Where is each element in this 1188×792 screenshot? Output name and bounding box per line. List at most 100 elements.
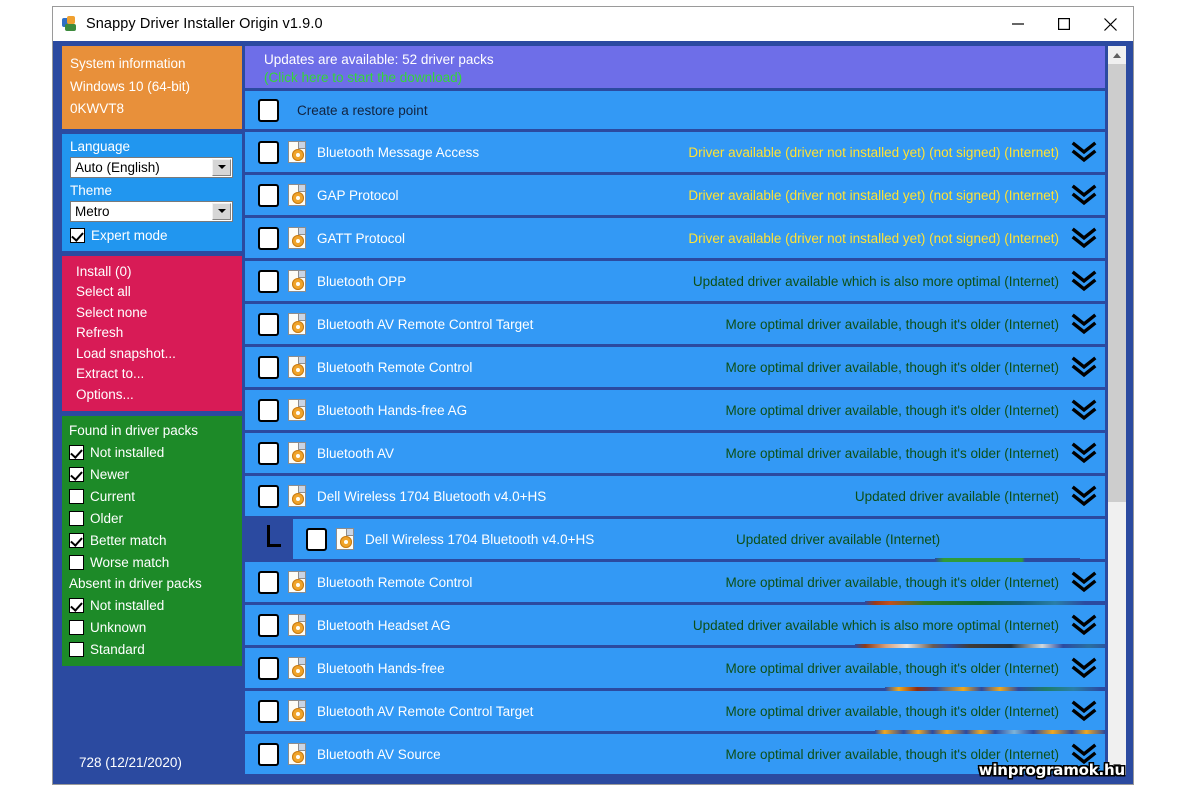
driver-select-checkbox[interactable] — [258, 226, 279, 250]
driver-select-checkbox[interactable] — [258, 140, 279, 164]
table-row[interactable]: Bluetooth AV Remote Control Target More o… — [245, 304, 1105, 344]
found-filter-row[interactable]: Current — [69, 485, 242, 507]
table-row[interactable]: GATT Protocol Driver available (driver no… — [245, 218, 1105, 258]
create-restore-point-checkbox[interactable] — [258, 98, 279, 122]
driver-name: Bluetooth AV Remote Control Target — [317, 316, 534, 332]
driver-select-checkbox[interactable] — [258, 269, 279, 293]
table-row[interactable]: Dell Wireless 1704 Bluetooth v4.0+HS Upda… — [245, 476, 1105, 516]
expert-mode-row[interactable]: Expert mode — [70, 226, 234, 246]
table-row[interactable]: Bluetooth Headset AG Updated driver avail… — [245, 605, 1105, 648]
child-row-content[interactable]: Dell Wireless 1704 Bluetooth v4.0+HS Upda… — [293, 519, 1105, 559]
driver-select-checkbox[interactable] — [258, 355, 279, 379]
chevron-double-down-icon[interactable] — [1069, 612, 1099, 638]
absent-filter-checkbox[interactable] — [69, 619, 84, 635]
found-filter-checkbox[interactable] — [69, 532, 84, 548]
found-filter-checkbox[interactable] — [69, 466, 84, 482]
chevron-double-down-icon[interactable] — [1069, 483, 1099, 509]
driver-gear-icon — [288, 614, 306, 636]
action-item-options[interactable]: Options... — [62, 385, 242, 406]
child-row-container: Dell Wireless 1704 Bluetooth v4.0+HS Upda… — [245, 519, 1105, 559]
chevron-double-down-icon[interactable] — [1069, 268, 1099, 294]
driver-select-checkbox[interactable] — [258, 742, 279, 766]
driver-select-checkbox[interactable] — [258, 484, 279, 508]
table-row[interactable]: Dell Wireless 1704 Bluetooth v4.0+HS Upda… — [245, 519, 1105, 562]
driver-select-checkbox[interactable] — [258, 183, 279, 207]
driver-gear-icon — [336, 528, 354, 550]
chevron-double-down-icon[interactable] — [1069, 569, 1099, 595]
table-row[interactable]: Bluetooth Remote Control More optimal dri… — [245, 562, 1105, 605]
absent-filter-label: Standard — [90, 641, 145, 657]
title-bar: Snappy Driver Installer Origin v1.9.0 — [53, 7, 1133, 41]
found-filter-checkbox[interactable] — [69, 510, 84, 526]
action-item-refresh[interactable]: Refresh — [62, 323, 242, 344]
update-available-banner[interactable]: Updates are available: 52 driver packs (… — [245, 46, 1105, 88]
found-filter-checkbox[interactable] — [69, 488, 84, 504]
action-item-load-snapshot[interactable]: Load snapshot... — [62, 344, 242, 365]
table-row[interactable]: Bluetooth AV Source More optimal driver a… — [245, 734, 1105, 774]
language-select[interactable]: Auto (English) — [70, 156, 233, 178]
table-row[interactable]: Bluetooth Message Access Driver available… — [245, 132, 1105, 172]
driver-select-checkbox[interactable] — [258, 613, 279, 637]
action-item-extract-to[interactable]: Extract to... — [62, 364, 242, 385]
found-filter-row[interactable]: Worse match — [69, 551, 242, 573]
driver-gear-icon — [288, 485, 306, 507]
driver-name: GATT Protocol — [317, 230, 406, 246]
scrollbar-thumb[interactable] — [1108, 64, 1126, 502]
chevron-double-down-icon[interactable] — [1069, 397, 1099, 423]
update-banner-link[interactable]: (Click here to start the download) — [264, 69, 1105, 86]
chevron-double-down-icon[interactable] — [1069, 182, 1099, 208]
theme-value: Metro — [75, 203, 110, 219]
found-filter-row[interactable]: Older — [69, 507, 242, 529]
driver-name: GAP Protocol — [317, 187, 399, 203]
create-restore-point-row[interactable]: Create a restore point — [245, 91, 1105, 129]
minimize-button[interactable] — [995, 7, 1041, 41]
absent-filter-row[interactable]: Not installed — [69, 594, 242, 616]
chevron-double-down-icon[interactable] — [1069, 655, 1099, 681]
chevron-down-icon[interactable] — [212, 202, 231, 220]
close-button[interactable] — [1087, 7, 1133, 41]
chevron-double-down-icon[interactable] — [1069, 311, 1099, 337]
found-filter-checkbox[interactable] — [69, 554, 84, 570]
found-filter-row[interactable]: Not installed — [69, 441, 242, 463]
absent-filter-checkbox[interactable] — [69, 641, 84, 657]
driver-name: Dell Wireless 1704 Bluetooth v4.0+HS — [317, 488, 547, 504]
table-row[interactable]: Bluetooth Remote Control More optimal dri… — [245, 347, 1105, 387]
chevron-double-down-icon[interactable] — [1069, 139, 1099, 165]
found-filter-checkbox[interactable] — [69, 444, 84, 460]
driver-select-checkbox[interactable] — [258, 398, 279, 422]
scroll-up-icon[interactable] — [1108, 46, 1126, 64]
absent-filter-checkbox[interactable] — [69, 597, 84, 613]
absent-filter-row[interactable]: Standard — [69, 638, 242, 660]
window-controls — [995, 7, 1133, 41]
absent-filter-row[interactable]: Unknown — [69, 616, 242, 638]
driver-select-checkbox[interactable] — [306, 527, 327, 551]
found-filter-row[interactable]: Newer — [69, 463, 242, 485]
table-row[interactable]: Bluetooth AV More optimal driver availabl… — [245, 433, 1105, 473]
expert-mode-checkbox[interactable] — [70, 228, 85, 243]
chevron-double-down-icon[interactable] — [1069, 698, 1099, 724]
chevron-down-icon[interactable] — [212, 158, 231, 176]
driver-gear-icon — [288, 184, 306, 206]
action-item-select-all[interactable]: Select all — [62, 282, 242, 303]
action-item-select-none[interactable]: Select none — [62, 303, 242, 324]
chevron-double-down-icon[interactable] — [1069, 440, 1099, 466]
driver-select-checkbox[interactable] — [258, 441, 279, 465]
table-row[interactable]: GAP Protocol Driver available (driver not… — [245, 175, 1105, 215]
driver-select-checkbox[interactable] — [258, 570, 279, 594]
theme-label: Theme — [70, 182, 113, 198]
found-filter-row[interactable]: Better match — [69, 529, 242, 551]
driver-select-checkbox[interactable] — [258, 699, 279, 723]
action-item-install-0[interactable]: Install (0) — [62, 262, 242, 283]
vertical-scrollbar[interactable] — [1108, 46, 1126, 775]
sidebar: System information Windows 10 (64-bit) 0… — [62, 46, 242, 781]
table-row[interactable]: Bluetooth OPP Updated driver available wh… — [245, 261, 1105, 301]
chevron-double-down-icon[interactable] — [1069, 225, 1099, 251]
driver-select-checkbox[interactable] — [258, 312, 279, 336]
theme-select[interactable]: Metro — [70, 200, 233, 222]
chevron-double-down-icon[interactable] — [1069, 354, 1099, 380]
table-row[interactable]: Bluetooth AV Remote Control Target More o… — [245, 691, 1105, 734]
driver-select-checkbox[interactable] — [258, 656, 279, 680]
table-row[interactable]: Bluetooth Hands-free More optimal driver … — [245, 648, 1105, 691]
maximize-button[interactable] — [1041, 7, 1087, 41]
table-row[interactable]: Bluetooth Hands-free AG More optimal driv… — [245, 390, 1105, 430]
